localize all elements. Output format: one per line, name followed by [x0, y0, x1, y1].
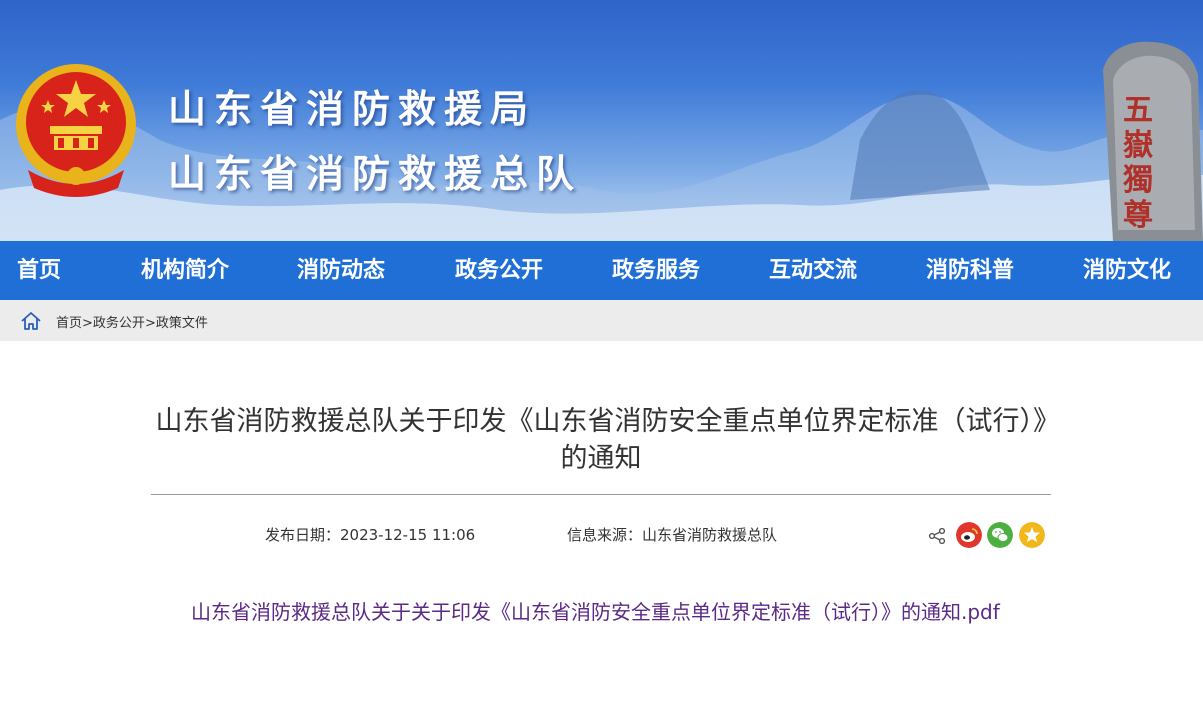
weibo-share-icon[interactable]: [956, 522, 982, 548]
svg-text:五: 五: [1123, 93, 1153, 128]
site-title-bureau: 山东省消防救援局: [168, 87, 537, 131]
taishan-rock-image: 五 嶽 獨 尊: [1103, 41, 1203, 241]
nav-item-science[interactable]: 消防科普: [926, 241, 1014, 300]
nav-item-gov-affairs[interactable]: 政务公开: [455, 241, 543, 300]
nav-item-about[interactable]: 机构简介: [141, 241, 229, 300]
svg-text:嶽: 嶽: [1123, 128, 1153, 163]
nav-item-home[interactable]: 首页: [17, 241, 61, 300]
site-title-corps: 山东省消防救援总队: [168, 152, 583, 196]
breadcrumb-home[interactable]: 首页: [56, 316, 82, 331]
svg-text:尊: 尊: [1123, 198, 1153, 233]
header-banner: 山东省消防救援局 山东省消防救援总队 五 嶽 獨 尊: [0, 0, 1203, 241]
nav-item-services[interactable]: 政务服务: [612, 241, 700, 300]
breadcrumb-separator: >: [82, 316, 93, 331]
breadcrumb-gov-affairs[interactable]: 政务公开: [93, 316, 145, 331]
national-emblem-icon: [16, 64, 136, 197]
nav-item-interaction[interactable]: 互动交流: [769, 241, 857, 300]
share-icon[interactable]: [928, 527, 946, 545]
nav-item-culture[interactable]: 消防文化: [1083, 241, 1171, 300]
title-divider: [151, 494, 1051, 495]
info-source: 信息来源：山东省消防救援总队: [567, 526, 778, 544]
home-icon[interactable]: [20, 310, 42, 332]
wechat-share-icon[interactable]: [987, 522, 1013, 548]
attachment-paragraph: 山东省消防救援总队关于关于印发《山东省消防安全重点单位界定标准（试行）》的通知.…: [151, 591, 1011, 633]
article-container: 山东省消防救援总队关于印发《山东省消防安全重点单位界定标准（试行）》的通知 发布…: [0, 341, 1203, 704]
svg-text:獨: 獨: [1123, 163, 1153, 198]
breadcrumb-separator: >: [144, 316, 156, 331]
qzone-share-icon[interactable]: [1019, 522, 1045, 548]
breadcrumb: 首页>政务公开>政策文件: [0, 300, 1203, 341]
breadcrumb-policy-docs[interactable]: 政策文件: [156, 316, 208, 331]
article-title: 山东省消防救援总队关于印发《山东省消防安全重点单位界定标准（试行）》的通知: [155, 406, 1047, 474]
attachment-link[interactable]: 山东省消防救援总队关于关于印发《山东省消防安全重点单位界定标准（试行）》的通知.…: [191, 600, 1000, 624]
main-nav: 首页 机构简介 消防动态 政务公开 政务服务 互动交流 消防科普 消防文化: [0, 241, 1203, 300]
publish-date: 发布日期：2023-12-15 11:06: [265, 526, 476, 544]
nav-item-news[interactable]: 消防动态: [297, 241, 385, 300]
